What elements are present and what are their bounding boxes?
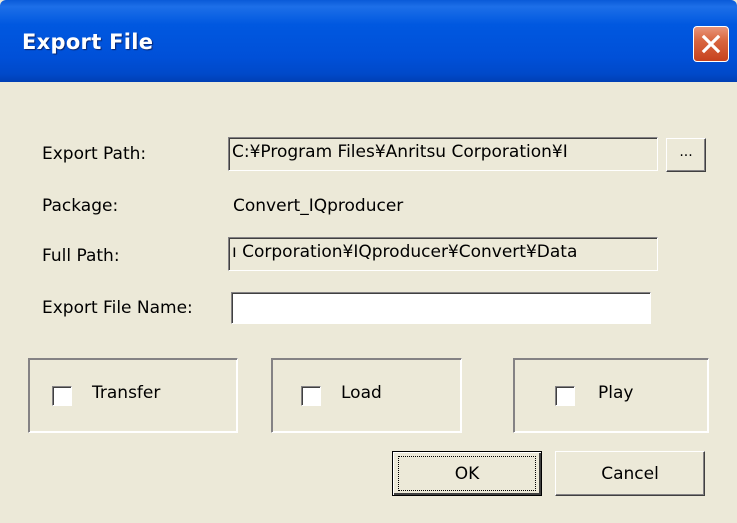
- close-icon: [701, 34, 721, 54]
- load-label: Load: [341, 383, 382, 403]
- export-path-value: C:¥Program Files¥Anritsu Corporation¥I: [232, 142, 568, 162]
- export-path-field: C:¥Program Files¥Anritsu Corporation¥I: [228, 137, 658, 171]
- cancel-button[interactable]: Cancel: [555, 451, 705, 496]
- load-checkbox[interactable]: [301, 386, 321, 406]
- export-file-name-input[interactable]: [231, 292, 651, 324]
- full-path-field: ı Corporation¥IQproducer¥Convert¥Data: [228, 237, 658, 271]
- focus-indicator: [398, 456, 536, 491]
- browse-button[interactable]: ...: [666, 138, 706, 172]
- export-file-dialog: Export File Export Path: C:¥Program File…: [0, 0, 737, 523]
- package-label: Package:: [42, 196, 119, 216]
- transfer-checkbox[interactable]: [52, 386, 72, 406]
- transfer-label: Transfer: [92, 383, 161, 403]
- ok-button[interactable]: OK: [392, 451, 542, 496]
- browse-button-label: ...: [679, 144, 693, 160]
- transfer-group: Transfer: [28, 358, 238, 433]
- export-file-name-label: Export File Name:: [42, 298, 193, 318]
- play-group: Play: [513, 358, 709, 433]
- export-path-label: Export Path:: [42, 144, 147, 164]
- full-path-value: ı Corporation¥IQproducer¥Convert¥Data: [232, 242, 578, 262]
- cancel-button-label: Cancel: [601, 463, 659, 484]
- close-button[interactable]: [693, 26, 729, 62]
- play-checkbox[interactable]: [555, 386, 575, 406]
- play-label: Play: [598, 383, 634, 403]
- title-bar[interactable]: Export File: [0, 0, 737, 82]
- package-value: Convert_IQproducer: [233, 196, 404, 216]
- full-path-label: Full Path:: [42, 246, 120, 266]
- load-group: Load: [271, 358, 462, 433]
- dialog-title: Export File: [22, 30, 154, 54]
